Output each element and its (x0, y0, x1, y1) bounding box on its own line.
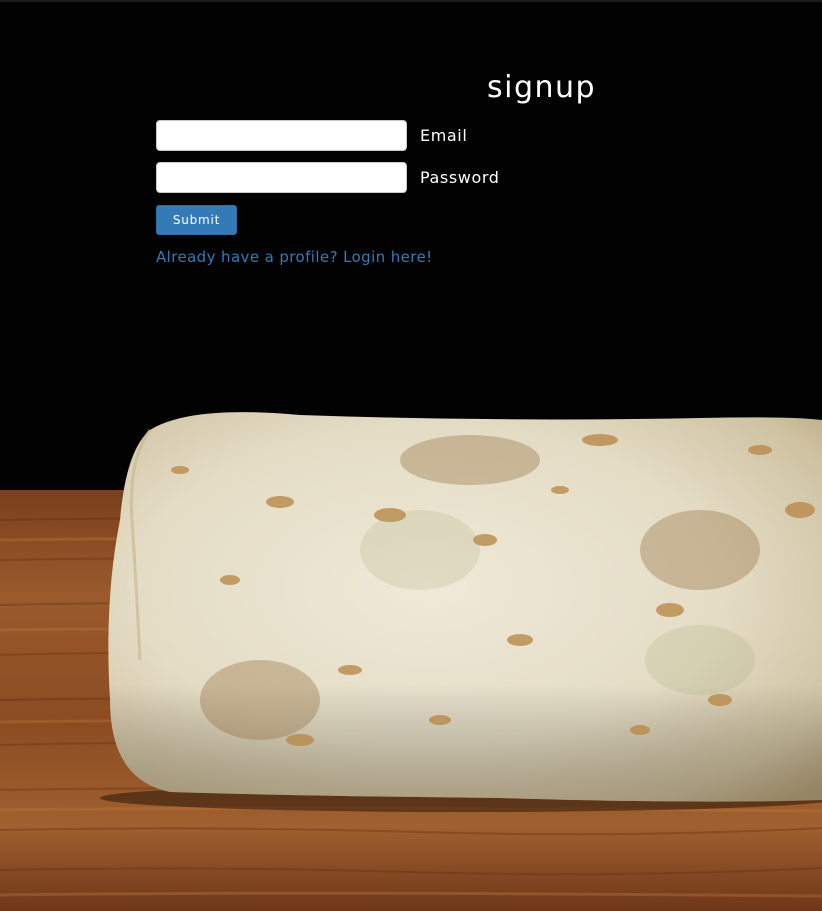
email-row: Email (156, 120, 467, 151)
email-field[interactable] (156, 120, 407, 151)
signup-page: signup Email Password Submit Already hav… (0, 0, 822, 911)
password-field[interactable] (156, 162, 407, 193)
password-label: Password (420, 168, 500, 187)
password-row: Password (156, 162, 500, 193)
burrito-photo (0, 412, 822, 911)
login-link[interactable]: Already have a profile? Login here! (156, 248, 433, 266)
email-label: Email (420, 126, 468, 145)
submit-button[interactable]: Submit (156, 205, 237, 235)
top-border (0, 0, 822, 2)
page-title: signup (487, 70, 597, 105)
